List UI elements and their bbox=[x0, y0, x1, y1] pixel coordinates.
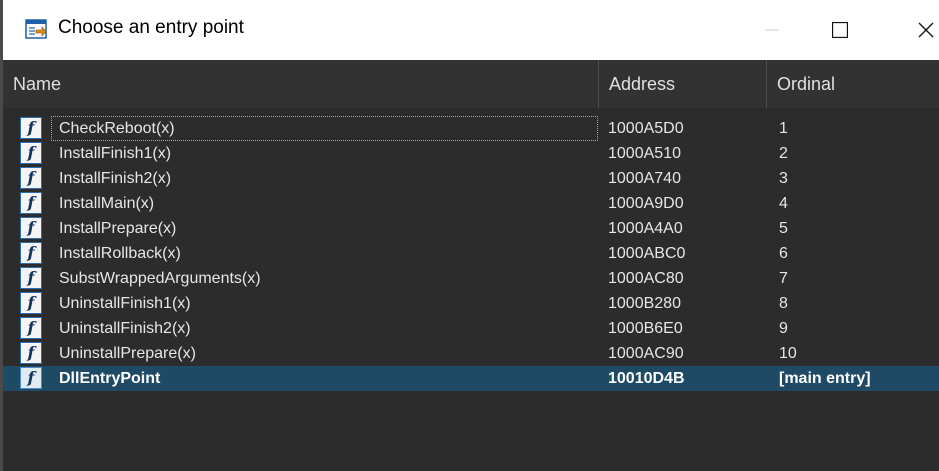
list-item[interactable]: f InstallFinish2(x) 1000A740 3 bbox=[3, 166, 939, 191]
list-header: Name Address Ordinal bbox=[3, 60, 939, 116]
title-bar[interactable]: Choose an entry point bbox=[3, 0, 939, 60]
window-title: Choose an entry point bbox=[58, 17, 244, 38]
list-item[interactable]: f InstallRollback(x) 1000ABC0 6 bbox=[3, 241, 939, 266]
list-item[interactable]: f InstallMain(x) 1000A9D0 4 bbox=[3, 191, 939, 216]
entry-address: 1000B6E0 bbox=[608, 320, 683, 337]
entry-name: UninstallFinish1(x) bbox=[59, 295, 191, 312]
entry-ordinal: 9 bbox=[779, 320, 788, 337]
entry-address: 1000A9D0 bbox=[608, 195, 684, 212]
function-icon: f bbox=[20, 267, 42, 289]
list-item[interactable]: f SubstWrappedArguments(x) 1000AC80 7 bbox=[3, 266, 939, 291]
close-icon bbox=[918, 22, 934, 38]
function-icon: f bbox=[20, 192, 42, 214]
header-divider bbox=[3, 108, 939, 116]
entry-ordinal: 7 bbox=[779, 270, 788, 287]
entry-address: 1000A4A0 bbox=[608, 220, 683, 237]
list-item[interactable]: f InstallFinish1(x) 1000A510 2 bbox=[3, 141, 939, 166]
entry-point-list[interactable]: Name Address Ordinal f CheckReboot(x) 10… bbox=[3, 60, 939, 471]
entry-address: 1000ABC0 bbox=[608, 245, 686, 262]
function-icon: f bbox=[20, 292, 42, 314]
maximize-icon bbox=[832, 22, 848, 38]
entry-ordinal: 5 bbox=[779, 220, 788, 237]
entry-name: UninstallPrepare(x) bbox=[59, 345, 196, 362]
list-item[interactable]: f UninstallFinish1(x) 1000B280 8 bbox=[3, 291, 939, 316]
entry-address: 1000AC80 bbox=[608, 270, 684, 287]
entry-ordinal: 6 bbox=[779, 245, 788, 262]
entry-name: UninstallFinish2(x) bbox=[59, 320, 191, 337]
function-icon: f bbox=[20, 142, 42, 164]
entry-name: DllEntryPoint bbox=[59, 370, 161, 387]
list-item[interactable]: f UninstallPrepare(x) 1000AC90 10 bbox=[3, 341, 939, 366]
entry-address: 1000A510 bbox=[608, 145, 681, 162]
column-header-ordinal[interactable]: Ordinal bbox=[766, 60, 939, 108]
list-item-selected[interactable]: f DllEntryPoint 10010D4B [main entry] bbox=[3, 366, 939, 391]
entry-point-icon bbox=[25, 19, 47, 39]
entry-address: 1000B280 bbox=[608, 295, 681, 312]
entry-point-dialog: Choose an entry point Name Address Ordin… bbox=[0, 0, 939, 471]
entry-address: 1000A5D0 bbox=[608, 120, 684, 137]
entry-address: 10010D4B bbox=[608, 370, 685, 387]
function-icon: f bbox=[20, 167, 42, 189]
entry-name: InstallFinish1(x) bbox=[59, 145, 172, 162]
list-item[interactable]: f CheckReboot(x) 1000A5D0 1 bbox=[3, 116, 939, 141]
close-button[interactable] bbox=[903, 0, 939, 60]
entry-name: SubstWrappedArguments(x) bbox=[59, 270, 261, 287]
maximize-button[interactable] bbox=[817, 0, 863, 60]
entry-name: InstallPrepare(x) bbox=[59, 220, 177, 237]
entry-address: 1000AC90 bbox=[608, 345, 684, 362]
function-icon: f bbox=[20, 217, 42, 239]
entry-ordinal: 8 bbox=[779, 295, 788, 312]
entry-ordinal: 4 bbox=[779, 195, 788, 212]
entry-ordinal: 3 bbox=[779, 170, 788, 187]
column-header-name[interactable]: Name bbox=[3, 60, 597, 108]
function-icon: f bbox=[20, 242, 42, 264]
function-icon: f bbox=[20, 367, 42, 389]
function-icon: f bbox=[20, 117, 42, 139]
function-icon: f bbox=[20, 317, 42, 339]
entry-name: CheckReboot(x) bbox=[51, 116, 598, 141]
function-icon: f bbox=[20, 342, 42, 364]
entry-name: InstallFinish2(x) bbox=[59, 170, 172, 187]
list-rows: f CheckReboot(x) 1000A5D0 1 f InstallFin… bbox=[3, 116, 939, 391]
minimize-icon bbox=[765, 29, 779, 31]
list-item[interactable]: f InstallPrepare(x) 1000A4A0 5 bbox=[3, 216, 939, 241]
column-header-address[interactable]: Address bbox=[598, 60, 765, 108]
entry-ordinal: [main entry] bbox=[779, 370, 871, 387]
entry-address: 1000A740 bbox=[608, 170, 681, 187]
entry-ordinal: 1 bbox=[779, 120, 788, 137]
list-item[interactable]: f UninstallFinish2(x) 1000B6E0 9 bbox=[3, 316, 939, 341]
entry-ordinal: 2 bbox=[779, 145, 788, 162]
entry-ordinal: 10 bbox=[779, 345, 797, 362]
entry-name: InstallMain(x) bbox=[59, 195, 155, 212]
entry-name: InstallRollback(x) bbox=[59, 245, 181, 262]
minimize-button[interactable] bbox=[749, 0, 795, 60]
